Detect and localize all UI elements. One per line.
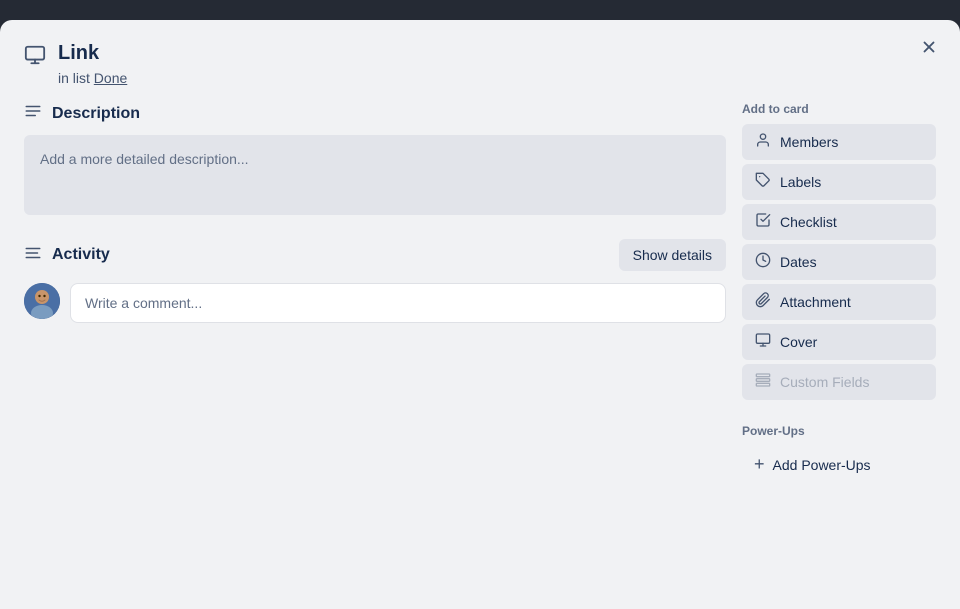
power-ups-section: Power-Ups + Add Power-Ups (742, 424, 936, 483)
sidebar: Add to card Members (742, 102, 952, 609)
dates-icon (754, 252, 772, 272)
checklist-label: Checklist (780, 214, 837, 230)
plus-icon: + (754, 454, 765, 475)
custom-fields-button: Custom Fields (742, 364, 936, 400)
members-button[interactable]: Members (742, 124, 936, 160)
close-button[interactable] (914, 32, 944, 62)
activity-header: Activity Show details (24, 239, 726, 271)
activity-section: Activity Show details (24, 239, 726, 323)
description-input[interactable]: Add a more detailed description... (24, 135, 726, 215)
add-to-card-section: Add to card Members (742, 102, 936, 404)
custom-fields-icon (754, 372, 772, 392)
add-to-card-title: Add to card (742, 102, 936, 116)
card-modal: Link in list Done (0, 20, 960, 609)
description-icon (24, 102, 42, 125)
card-title: Link (58, 40, 936, 66)
attachment-button[interactable]: Attachment (742, 284, 936, 320)
members-label: Members (780, 134, 838, 150)
cover-button[interactable]: Cover (742, 324, 936, 360)
description-header: Description (24, 102, 726, 125)
comment-input[interactable]: Write a comment... (70, 283, 726, 323)
add-power-up-button[interactable]: + Add Power-Ups (742, 446, 936, 483)
modal-overlay: Link in list Done (0, 0, 960, 609)
dates-button[interactable]: Dates (742, 244, 936, 280)
show-details-button[interactable]: Show details (619, 239, 726, 271)
description-section: Description Add a more detailed descript… (24, 102, 726, 215)
labels-icon (754, 172, 772, 192)
activity-title: Activity (52, 246, 110, 264)
header-content: Link in list Done (58, 40, 936, 86)
list-prefix: in list (58, 70, 90, 86)
labels-label: Labels (780, 174, 821, 190)
add-power-up-label: Add Power-Ups (773, 457, 871, 473)
list-link[interactable]: Done (94, 70, 127, 86)
user-avatar (24, 283, 60, 319)
activity-icon (24, 244, 42, 267)
modal-header: Link in list Done (0, 20, 960, 86)
activity-title-group: Activity (24, 244, 110, 267)
cover-label: Cover (780, 334, 817, 350)
attachment-label: Attachment (780, 294, 851, 310)
description-title: Description (52, 105, 140, 123)
cover-icon (754, 332, 772, 352)
attachment-icon (754, 292, 772, 312)
avatar-image (24, 283, 60, 319)
members-icon (754, 132, 772, 152)
comment-placeholder: Write a comment... (85, 295, 202, 311)
custom-fields-label: Custom Fields (780, 374, 869, 390)
checklist-button[interactable]: Checklist (742, 204, 936, 240)
card-list-info: in list Done (58, 70, 936, 86)
labels-button[interactable]: Labels (742, 164, 936, 200)
main-content: Description Add a more detailed descript… (24, 102, 726, 609)
checklist-icon (754, 212, 772, 232)
card-type-icon (24, 44, 46, 71)
dates-label: Dates (780, 254, 817, 270)
comment-row: Write a comment... (24, 283, 726, 323)
power-ups-title: Power-Ups (742, 424, 936, 438)
modal-body: Description Add a more detailed descript… (0, 86, 960, 609)
